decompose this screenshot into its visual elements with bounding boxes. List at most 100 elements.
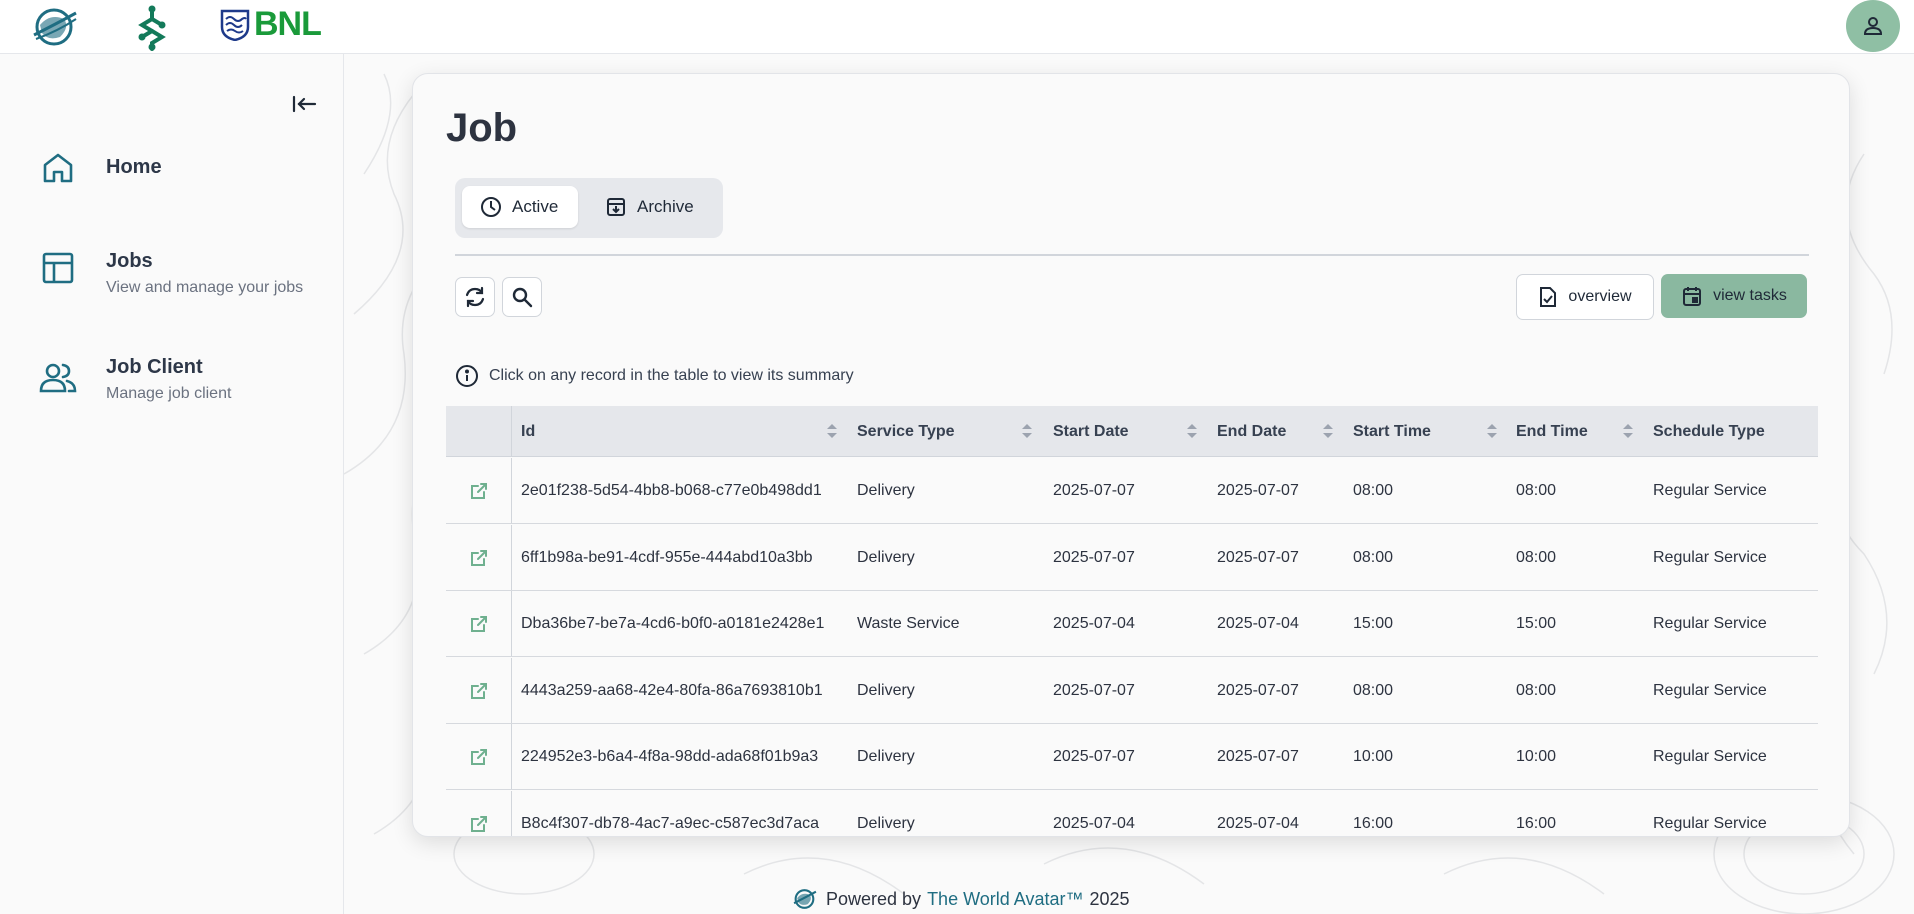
- tab-label: Archive: [637, 197, 694, 216]
- table-cell: 08:00: [1516, 681, 1557, 699]
- table-cell: Regular Service: [1653, 681, 1767, 699]
- table-cell: 2025-07-04: [1217, 615, 1299, 632]
- sort-icon[interactable]: [1486, 422, 1498, 445]
- world-avatar-logo[interactable]: [30, 5, 80, 49]
- table-cell: Delivery: [857, 548, 915, 566]
- table-cell: 08:00: [1353, 482, 1394, 499]
- sidebar-item-label: Job Client: [106, 356, 203, 378]
- document-check-icon: [1540, 287, 1557, 307]
- collapse-sidebar-button[interactable]: [290, 90, 318, 118]
- users-icon: [39, 363, 77, 393]
- table-cell: 08:00: [1516, 482, 1557, 499]
- refresh-button[interactable]: [455, 277, 495, 317]
- molecule-logo[interactable]: [134, 5, 170, 51]
- search-button[interactable]: [502, 277, 542, 317]
- sidebar-item-jobs[interactable]: Jobs View and manage your jobs: [36, 246, 303, 297]
- sort-icon[interactable]: [1021, 422, 1033, 445]
- column-header-schedule-type[interactable]: Schedule Type: [1653, 406, 1765, 457]
- user-menu-button[interactable]: [1846, 0, 1900, 52]
- bnl-logo[interactable]: BNL: [220, 5, 322, 44]
- table-cell: 16:00: [1516, 814, 1557, 832]
- table-cell: 2025-07-07: [1217, 681, 1299, 699]
- top-bar: BNL: [0, 0, 1914, 54]
- open-record-cell[interactable]: [446, 591, 512, 656]
- info-text: Click on any record in the table to view…: [489, 367, 854, 384]
- info-icon: [456, 365, 478, 387]
- table-cell: 2025-07-04: [1217, 814, 1299, 832]
- table-row[interactable]: 224952e3-b6a4-4f8a-98dd-ada68f01b9a3 Deli…: [446, 724, 1818, 790]
- overview-button[interactable]: overview: [1516, 274, 1654, 320]
- column-header-service-type[interactable]: Service Type: [857, 406, 955, 457]
- table-cell: 2025-07-07: [1053, 548, 1135, 566]
- open-external-icon[interactable]: [470, 549, 488, 567]
- open-external-icon[interactable]: [470, 815, 488, 833]
- footer: Powered by The World Avatar™ 2025: [792, 887, 1130, 911]
- overview-label: overview: [1568, 288, 1632, 305]
- sidebar-item-label: Jobs: [106, 250, 153, 272]
- sidebar: Home Jobs View and manage your jobs Job …: [0, 54, 344, 914]
- table-cell: 2e01f238-5d54-4bb8-b068-c77e0b498dd1: [521, 482, 822, 499]
- tab-archive[interactable]: Archive: [605, 186, 715, 228]
- table-row[interactable]: Dba36be7-be7a-4cd6-b0f0-a0181e2428e1 Wast…: [446, 591, 1818, 657]
- table-cell: 6ff1b98a-be91-4cdf-955e-444abd10a3bb: [521, 548, 813, 566]
- table-cell: Delivery: [857, 748, 915, 765]
- footer-link[interactable]: The World Avatar™: [927, 889, 1083, 910]
- bnl-logo-text: BNL: [254, 5, 322, 43]
- sidebar-item-home[interactable]: Home: [36, 146, 162, 190]
- column-header-end-time[interactable]: End Time: [1516, 406, 1588, 457]
- sort-icon[interactable]: [1186, 422, 1198, 445]
- column-header-id[interactable]: Id: [521, 406, 535, 457]
- sidebar-item-label: Home: [106, 156, 162, 178]
- table-cell: Delivery: [857, 681, 915, 699]
- collapse-left-icon: [292, 95, 317, 113]
- table-cell: Regular Service: [1653, 748, 1767, 765]
- column-header-end-date[interactable]: End Date: [1217, 406, 1286, 457]
- open-external-icon[interactable]: [470, 615, 488, 633]
- table-cell: 2025-07-07: [1217, 548, 1299, 566]
- sort-icon[interactable]: [1622, 422, 1634, 445]
- column-header-start-date[interactable]: Start Date: [1053, 406, 1129, 457]
- tab-active[interactable]: Active: [462, 186, 578, 228]
- view-tasks-label: view tasks: [1713, 287, 1787, 304]
- table-row[interactable]: 6ff1b98a-be91-4cdf-955e-444abd10a3bb Deli…: [446, 524, 1818, 591]
- sort-icon[interactable]: [826, 422, 838, 445]
- open-external-icon[interactable]: [470, 748, 488, 766]
- world-avatar-logo-icon: [793, 889, 817, 909]
- table-cell: 15:00: [1353, 615, 1394, 632]
- sidebar-item-job-client[interactable]: Job Client Manage job client: [36, 356, 231, 403]
- tab-label: Active: [512, 197, 559, 216]
- open-record-cell[interactable]: [446, 657, 512, 723]
- table-cell: 2025-07-07: [1217, 748, 1299, 765]
- open-record-cell[interactable]: [446, 724, 512, 789]
- archive-icon: [607, 198, 625, 216]
- refresh-icon: [465, 286, 485, 308]
- table-cell: 15:00: [1516, 615, 1557, 632]
- table-row[interactable]: 4443a259-aa68-42e4-80fa-86a7693810b1 Deli…: [446, 657, 1818, 724]
- open-external-icon[interactable]: [470, 682, 488, 700]
- clock-icon: [481, 197, 501, 217]
- sidebar-item-description: Manage job client: [106, 385, 232, 402]
- table-row[interactable]: 2e01f238-5d54-4bb8-b068-c77e0b498dd1 Deli…: [446, 458, 1818, 524]
- view-tasks-button[interactable]: view tasks: [1661, 274, 1807, 318]
- open-record-cell[interactable]: [446, 458, 512, 523]
- open-external-icon[interactable]: [470, 482, 488, 500]
- table-cell: 224952e3-b6a4-4f8a-98dd-ada68f01b9a3: [521, 748, 819, 765]
- table-header-open-column: [446, 406, 512, 456]
- tab-group: Active Archive: [455, 178, 723, 238]
- table-cell: 08:00: [1353, 681, 1394, 699]
- table-cell: Delivery: [857, 814, 915, 832]
- column-header-start-time[interactable]: Start Time: [1353, 406, 1431, 457]
- job-card: Job Active Archive overview view tasks C…: [412, 73, 1850, 837]
- open-record-cell[interactable]: [446, 524, 512, 590]
- table-cell: Regular Service: [1653, 615, 1767, 632]
- table-row[interactable]: B8c4f307-db78-4ac7-a9ec-c587ec3d7aca Deli…: [446, 790, 1818, 836]
- table-cell: 08:00: [1353, 548, 1394, 566]
- table-cell: 4443a259-aa68-42e4-80fa-86a7693810b1: [521, 681, 823, 699]
- open-record-cell[interactable]: [446, 790, 512, 836]
- sort-icon[interactable]: [1322, 422, 1334, 445]
- table-cell: 2025-07-07: [1053, 748, 1135, 765]
- table-cell: Dba36be7-be7a-4cd6-b0f0-a0181e2428e1: [521, 615, 825, 632]
- footer-prefix: Powered by: [826, 888, 922, 909]
- table-cell: 08:00: [1516, 548, 1557, 566]
- table-cell: 2025-07-07: [1053, 482, 1135, 499]
